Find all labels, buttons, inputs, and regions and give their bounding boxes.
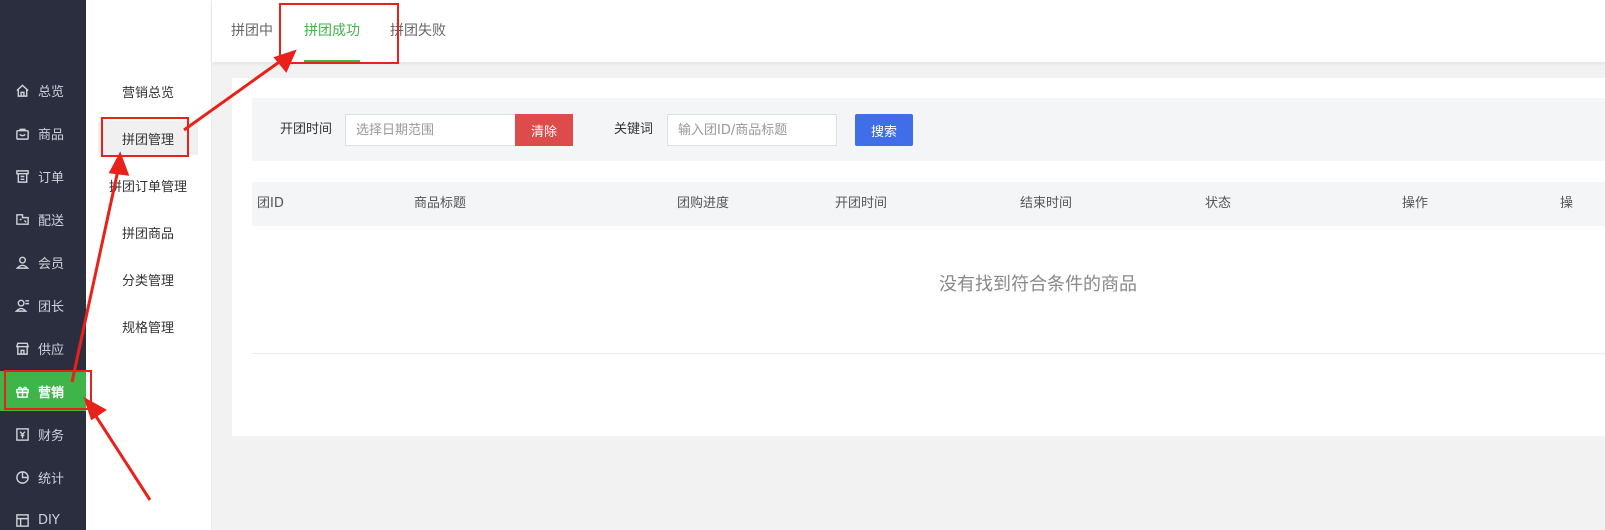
keyword-label: 关键词 bbox=[614, 122, 654, 137]
sidebar-item-delivery[interactable]: 配送 bbox=[0, 199, 86, 239]
sidebar-item-label: 总览 bbox=[38, 84, 65, 100]
tab-failed[interactable]: 拼团失败 bbox=[390, 0, 446, 62]
column-actions-truncated: 操 bbox=[1560, 196, 1574, 211]
layout-icon bbox=[14, 512, 30, 528]
sidebar-item-label: 配送 bbox=[38, 213, 65, 229]
sidebar-item-members[interactable]: 会员 bbox=[0, 242, 86, 282]
pie-chart-icon bbox=[14, 469, 30, 485]
sidebar-item-statistics[interactable]: 统计 bbox=[0, 457, 86, 497]
sidebar-item-label: 统计 bbox=[38, 471, 65, 487]
sidebar-item-supply[interactable]: 供应 bbox=[0, 328, 86, 368]
leader-icon bbox=[14, 297, 30, 313]
sidebar-item-label: 订单 bbox=[38, 170, 65, 186]
content-panel: 开团时间 清除 关键词 搜索 团ID 商品标题 团购进度 开团时间 结束时间 状… bbox=[232, 78, 1605, 436]
sidebar-item-products[interactable]: 商品 bbox=[0, 113, 86, 153]
column-actions: 操作 bbox=[1402, 196, 1429, 211]
gift-icon bbox=[14, 383, 30, 399]
home-icon bbox=[14, 82, 30, 98]
search-button[interactable]: 搜索 bbox=[855, 114, 913, 146]
column-start-time: 开团时间 bbox=[835, 196, 888, 211]
subnav-item-category-management[interactable]: 分类管理 bbox=[98, 262, 198, 296]
primary-sidebar: 总览 商品 订单 配送 会员 团长 供应 营销 财务 统计 DIY bbox=[0, 0, 86, 530]
sidebar-item-label: 供应 bbox=[38, 342, 65, 358]
sidebar-item-label: 会员 bbox=[38, 256, 65, 272]
sidebar-item-marketing[interactable]: 营销 bbox=[0, 371, 86, 411]
sidebar-item-label: 财务 bbox=[38, 428, 65, 444]
subnav-item-group-buy-management[interactable]: 拼团管理 bbox=[98, 121, 198, 155]
column-progress: 团购进度 bbox=[677, 196, 730, 211]
table-header: 团ID 商品标题 团购进度 开团时间 结束时间 状态 操作 操 bbox=[252, 182, 1605, 226]
store-icon bbox=[14, 340, 30, 356]
filter-bar: 开团时间 清除 关键词 搜索 bbox=[252, 98, 1605, 161]
sidebar-item-leaders[interactable]: 团长 bbox=[0, 285, 86, 325]
empty-state-text: 没有找到符合条件的商品 bbox=[939, 274, 1137, 295]
user-icon bbox=[14, 254, 30, 270]
yen-icon bbox=[14, 426, 30, 442]
sidebar-item-label: 团长 bbox=[38, 299, 65, 315]
subnav-item-marketing-overview[interactable]: 营销总览 bbox=[98, 74, 198, 108]
keyword-input[interactable] bbox=[667, 114, 837, 146]
empty-state: 没有找到符合条件的商品 bbox=[252, 226, 1605, 354]
sidebar-item-finance[interactable]: 财务 bbox=[0, 414, 86, 454]
sidebar-item-label: 营销 bbox=[38, 385, 65, 401]
column-group-id: 团ID bbox=[257, 196, 284, 211]
column-status: 状态 bbox=[1205, 196, 1232, 211]
status-tabs: 拼团中 拼团成功 拼团失败 bbox=[212, 0, 1605, 62]
subnav-item-group-buy-orders[interactable]: 拼团订单管理 bbox=[98, 168, 198, 202]
date-range-input[interactable] bbox=[345, 114, 516, 146]
tab-success[interactable]: 拼团成功 bbox=[304, 0, 360, 62]
sidebar-item-label: 商品 bbox=[38, 127, 65, 143]
delivery-icon bbox=[14, 211, 30, 227]
marketing-subnav: 营销总览 拼团管理 拼团订单管理 拼团商品 分类管理 规格管理 bbox=[86, 0, 212, 530]
sidebar-item-label: DIY bbox=[38, 512, 60, 528]
date-range-label: 开团时间 bbox=[280, 122, 333, 137]
tab-in-progress[interactable]: 拼团中 bbox=[231, 0, 273, 62]
clear-button[interactable]: 清除 bbox=[515, 114, 573, 146]
sidebar-item-overview[interactable]: 总览 bbox=[0, 70, 86, 110]
bag-icon bbox=[14, 125, 30, 141]
sidebar-item-diy[interactable]: DIY bbox=[0, 500, 86, 530]
column-end-time: 结束时间 bbox=[1020, 196, 1073, 211]
sidebar-item-orders[interactable]: 订单 bbox=[0, 156, 86, 196]
subnav-item-spec-management[interactable]: 规格管理 bbox=[98, 309, 198, 343]
column-product-title: 商品标题 bbox=[414, 196, 467, 211]
subnav-item-group-buy-products[interactable]: 拼团商品 bbox=[98, 215, 198, 249]
order-icon bbox=[14, 168, 30, 184]
